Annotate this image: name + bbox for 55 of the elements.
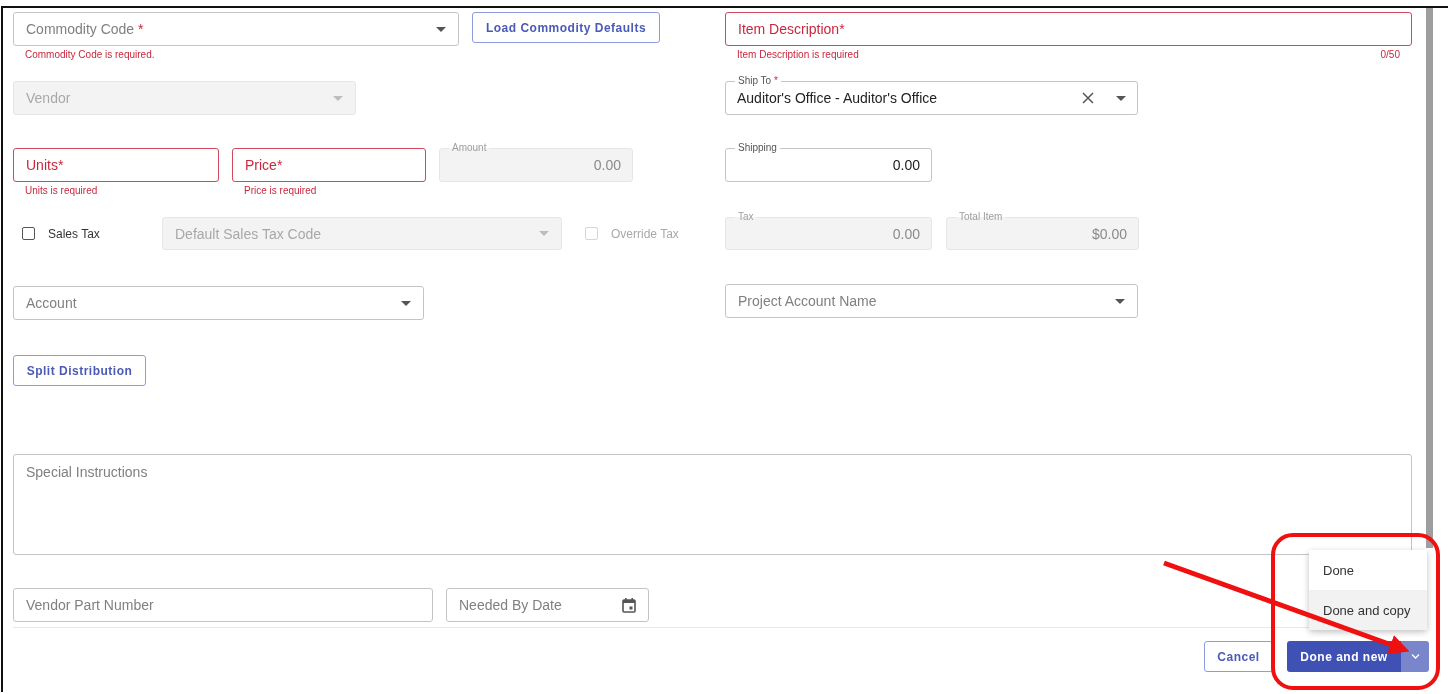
close-icon[interactable] xyxy=(1082,92,1094,104)
load-defaults-button[interactable]: Load Commodity Defaults xyxy=(472,12,660,43)
checkbox-label: Override Tax xyxy=(611,226,679,241)
error-message: Price is required xyxy=(244,185,317,196)
select-field[interactable]: Project Account Name xyxy=(725,284,1138,318)
field-placeholder: Vendor xyxy=(26,90,72,106)
field-placeholder: Item Description* xyxy=(738,21,846,37)
chevron-down-icon xyxy=(1410,654,1420,659)
dropdown-caret-icon[interactable] xyxy=(401,300,411,306)
field-label: Total Item xyxy=(956,211,1006,223)
field-placeholder: Vendor Part Number xyxy=(26,597,155,613)
cancel-button[interactable]: Cancel xyxy=(1204,641,1273,672)
field-placeholder: Special Instructions xyxy=(26,464,149,480)
menu-toggle-button[interactable] xyxy=(1401,641,1429,672)
select-field[interactable]: Ship To * Auditor's Office - Auditor's Office xyxy=(725,74,1138,115)
calendar-icon[interactable] xyxy=(622,597,636,613)
field-placeholder: Commodity Code * xyxy=(26,21,145,37)
input-field[interactable]: Vendor Part Number xyxy=(13,588,433,622)
input-field[interactable]: Units* xyxy=(13,148,219,182)
checkbox-label: Sales Tax xyxy=(48,226,100,241)
field-value: $0.00 xyxy=(1090,225,1127,242)
checkbox[interactable] xyxy=(22,227,35,240)
input-field[interactable]: Item Description* xyxy=(725,12,1412,46)
dropdown-caret-icon[interactable] xyxy=(436,26,446,32)
menu-item[interactable]: Done and copy xyxy=(1309,590,1427,630)
select-field[interactable]: Commodity Code * xyxy=(13,12,459,46)
field-placeholder: Needed By Date xyxy=(459,597,563,613)
field-label: Shipping xyxy=(735,142,780,154)
field-value: 0.00 xyxy=(891,157,920,173)
select-field[interactable]: Account xyxy=(13,286,424,320)
field-placeholder: Project Account Name xyxy=(738,293,878,309)
field-label: Amount xyxy=(449,142,490,154)
field-placeholder: Units* xyxy=(26,157,65,173)
character-counter: 0/50 xyxy=(1380,49,1400,60)
dropdown-caret-icon[interactable] xyxy=(1116,95,1126,101)
scrollbar[interactable] xyxy=(1425,8,1433,548)
field-value: 0.00 xyxy=(891,225,920,242)
field-value: Auditor's Office - Auditor's Office xyxy=(737,90,939,106)
field-placeholder: Price* xyxy=(245,157,284,173)
done-and-new-button[interactable]: Done and new xyxy=(1287,641,1401,672)
menu-item[interactable]: Done xyxy=(1309,550,1427,590)
field-placeholder: Default Sales Tax Code xyxy=(175,225,323,242)
field-placeholder: Account xyxy=(26,295,78,311)
field-label: Tax xyxy=(735,211,757,223)
split-distribution-button[interactable]: Split Distribution xyxy=(13,355,146,386)
dropdown-caret-icon[interactable] xyxy=(1115,298,1125,304)
textarea-field[interactable]: Special Instructions xyxy=(13,454,1412,555)
field-label: Ship To * xyxy=(735,75,781,87)
error-message: Commodity Code is required. xyxy=(25,49,155,60)
error-message: Item Description is required xyxy=(737,49,859,60)
date-field[interactable]: Needed By Date xyxy=(446,588,649,622)
error-message: Units is required xyxy=(25,185,98,196)
input-field[interactable]: Shipping 0.00 xyxy=(725,141,932,182)
field-value: 0.00 xyxy=(592,157,621,173)
input-field[interactable]: Price* xyxy=(232,148,426,182)
